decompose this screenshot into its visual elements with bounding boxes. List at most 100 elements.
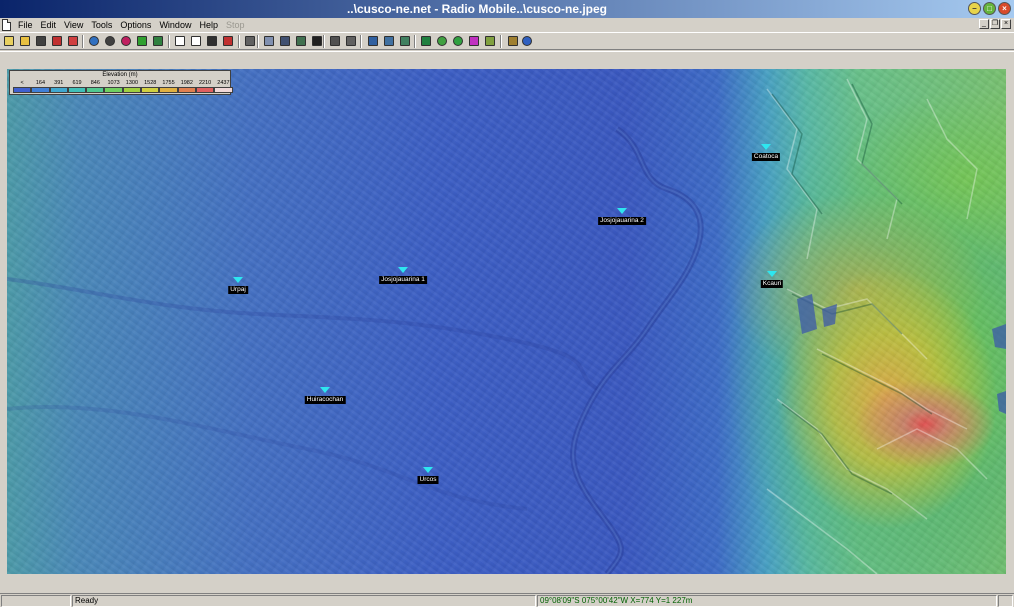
- menu-items: File Edit View Tools Options Window Help Stop: [14, 20, 248, 30]
- new-button[interactable]: [2, 34, 16, 48]
- legend-swatches: [13, 87, 233, 93]
- elevation-map[interactable]: Elevation (m) <164 391 619 846 1073 1300 1528 1…: [7, 69, 1006, 574]
- page-button[interactable]: [173, 34, 187, 48]
- settings-button[interactable]: [506, 34, 520, 48]
- menu-file[interactable]: File: [14, 20, 37, 30]
- legend-swatch: [13, 87, 32, 93]
- settings-icon: [508, 36, 518, 46]
- map-merge-button[interactable]: [119, 34, 133, 48]
- maximize-button[interactable]: □: [983, 2, 996, 15]
- world-icon: [522, 36, 532, 46]
- status-bar: Ready 09°08'09"S 075°00'42"W X=774 Y=1 2…: [0, 593, 1014, 607]
- copy-button[interactable]: [262, 34, 276, 48]
- map-merge-icon: [121, 36, 131, 46]
- properties-button[interactable]: [50, 34, 64, 48]
- unit-triangle-icon: [398, 267, 408, 273]
- legend-swatch: [195, 87, 215, 93]
- map-extract-button[interactable]: [103, 34, 117, 48]
- menu-help[interactable]: Help: [195, 20, 222, 30]
- pdf-icon: [223, 36, 233, 46]
- legend-ticks: <164 391 619 846 1073 1300 1528 1755 1982 2210 243…: [13, 80, 233, 86]
- grayscale-icon: [312, 36, 322, 46]
- mdi-close-button[interactable]: ×: [1001, 19, 1011, 29]
- scale-icon: [330, 36, 340, 46]
- window-button[interactable]: [366, 34, 380, 48]
- toolbar-separator: [323, 35, 325, 48]
- disk-button[interactable]: [205, 34, 219, 48]
- window-title: ..\cusco-ne.net - Radio Mobile..\cusco-n…: [346, 2, 608, 16]
- print-button[interactable]: [243, 34, 257, 48]
- cartesian-icon: [469, 36, 479, 46]
- polar-plot-icon: [437, 36, 447, 46]
- unit-label: Coatoca: [751, 153, 781, 161]
- scale-button[interactable]: [328, 34, 342, 48]
- legend-tick-label: 164: [35, 80, 46, 86]
- route-button[interactable]: [483, 34, 497, 48]
- title-bar[interactable]: ..\cusco-ne.net - Radio Mobile..\cusco-n…: [0, 0, 1014, 18]
- link-tool-button[interactable]: [66, 34, 80, 48]
- route-icon: [485, 36, 495, 46]
- elevation-legend: Elevation (m) <164 391 619 846 1073 1300 1528 1…: [9, 70, 233, 95]
- window-icon: [368, 36, 378, 46]
- grid-icon: [346, 36, 356, 46]
- mdi-minimize-button[interactable]: _: [979, 19, 989, 29]
- legend-tick-label: 619: [72, 80, 82, 86]
- legend-swatch: [86, 87, 105, 93]
- world-button[interactable]: [520, 34, 534, 48]
- grid-button[interactable]: [344, 34, 358, 48]
- resize-grip[interactable]: [998, 595, 1013, 607]
- cursor-coordinates: 09°08'09"S 075°00'42"W X=774 Y=1 227m: [537, 595, 997, 607]
- radio-mobile-window: ..\cusco-ne.net - Radio Mobile..\cusco-n…: [0, 0, 1014, 607]
- mdi-restore-button[interactable]: ❐: [990, 19, 1000, 29]
- unit-label: Kcauri: [760, 280, 784, 288]
- toolbar-separator: [414, 35, 416, 48]
- page-icon: [175, 36, 185, 46]
- status-panel-blank: [1, 595, 71, 607]
- menu-options[interactable]: Options: [116, 20, 155, 30]
- menu-tools[interactable]: Tools: [87, 20, 116, 30]
- legend-tick-label: 1528: [144, 80, 157, 86]
- toolbar-separator: [360, 35, 362, 48]
- link-tool-icon: [68, 36, 78, 46]
- close-button[interactable]: ×: [998, 2, 1011, 15]
- toolbar-separator: [168, 35, 170, 48]
- disk-icon: [207, 36, 217, 46]
- legend-swatch: [177, 87, 196, 93]
- fit-button[interactable]: [398, 34, 412, 48]
- pdf-button[interactable]: [221, 34, 235, 48]
- copy-icon: [264, 36, 274, 46]
- page-save-button[interactable]: [189, 34, 203, 48]
- menu-stop[interactable]: Stop: [222, 20, 249, 30]
- cartesian-button[interactable]: [467, 34, 481, 48]
- minimize-button[interactable]: –: [968, 2, 981, 15]
- legend-tick-label: 2437: [217, 80, 230, 86]
- menu-window[interactable]: Window: [155, 20, 195, 30]
- grayscale-button[interactable]: [310, 34, 324, 48]
- menu-view[interactable]: View: [60, 20, 87, 30]
- window-controls: – □ ×: [968, 2, 1011, 15]
- landscape-button[interactable]: [294, 34, 308, 48]
- save-icon: [36, 36, 46, 46]
- terrain-shading: [7, 69, 1006, 574]
- globe-button[interactable]: [87, 34, 101, 48]
- menu-edit[interactable]: Edit: [37, 20, 61, 30]
- unit-triangle-icon: [761, 144, 771, 150]
- coverage-button[interactable]: [451, 34, 465, 48]
- arrow-left-button[interactable]: [135, 34, 149, 48]
- zoom-button[interactable]: [382, 34, 396, 48]
- print-icon: [245, 36, 255, 46]
- legend-swatch: [159, 87, 178, 93]
- unit-label: Urcos: [417, 476, 439, 484]
- save-button[interactable]: [34, 34, 48, 48]
- unit-triangle-icon: [423, 467, 433, 473]
- legend-title: Elevation (m): [102, 72, 138, 78]
- arrow-right-button[interactable]: [151, 34, 165, 48]
- picture-button[interactable]: [278, 34, 292, 48]
- toolbar-separator: [238, 35, 240, 48]
- page-save-icon: [191, 36, 201, 46]
- radio-link-button[interactable]: [419, 34, 433, 48]
- document-icon[interactable]: [2, 19, 11, 31]
- polar-plot-button[interactable]: [435, 34, 449, 48]
- menu-bar: File Edit View Tools Options Window Help Stop _…: [0, 18, 1014, 33]
- open-button[interactable]: [18, 34, 32, 48]
